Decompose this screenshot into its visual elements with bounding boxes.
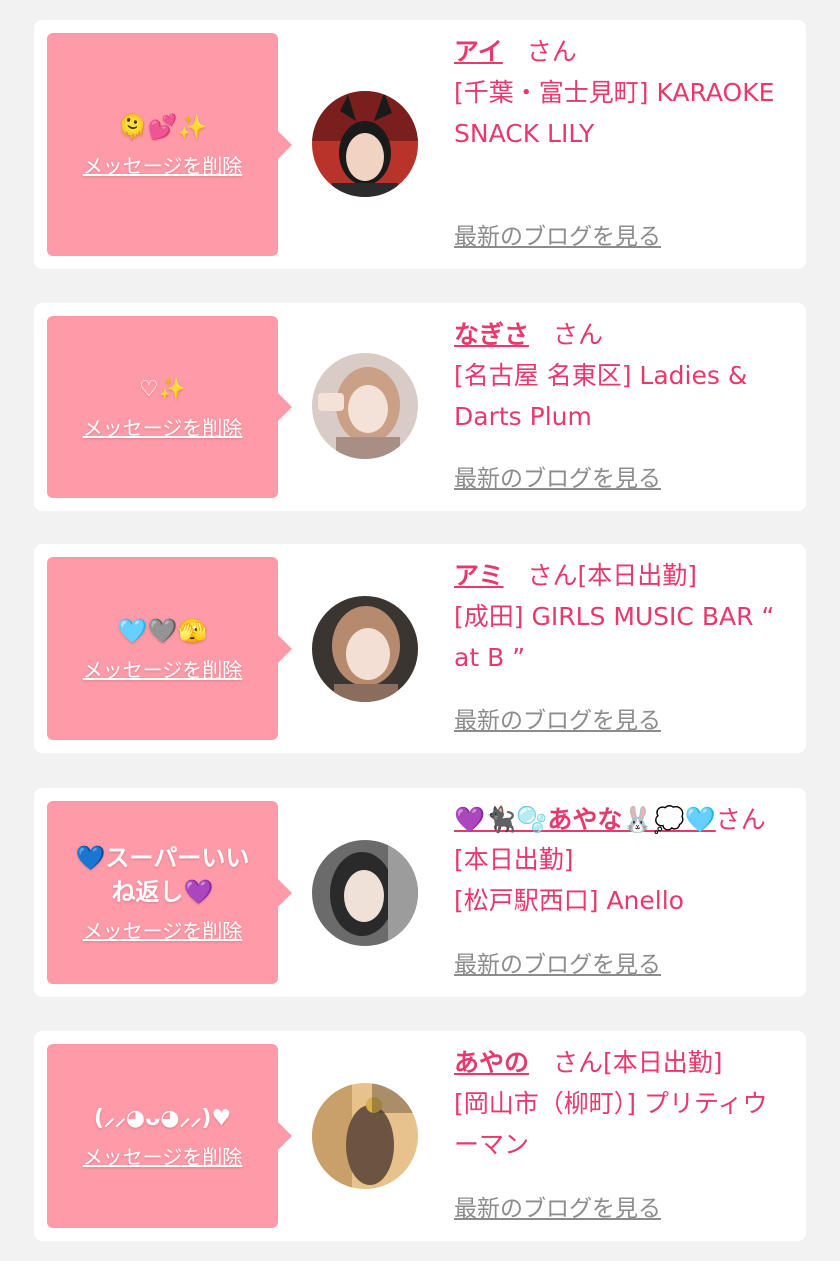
avatar[interactable] (312, 91, 418, 197)
shop-name: [岡山市（柳町）] プリティウーマン (454, 1089, 768, 1159)
message-card: ♡✨ メッセージを削除 なぎさ さん [名古屋 名東区] Ladies & Dar… (34, 303, 806, 511)
latest-blog-link[interactable]: 最新のブログを見る (454, 945, 661, 979)
profile-name-link[interactable]: なぎさ (454, 320, 529, 349)
status-badge: [本日出勤] (603, 1048, 723, 1077)
honorific: さん (553, 320, 604, 349)
message-bubble: 💙スーパーいいね返し💜 メッセージを削除 (47, 801, 292, 984)
message-card: 💙スーパーいいね返し💜 メッセージを削除 💜🐈‍⬛🫧あやな🐰💭🩵さん [本日出勤]… (34, 788, 806, 997)
avatar[interactable] (312, 353, 418, 459)
honorific: さん (526, 37, 577, 66)
latest-blog-link[interactable]: 最新のブログを見る (454, 459, 661, 493)
profile-info: アミ さん[本日出勤] [成田] GIRLS MUSIC BAR “ at B ” (454, 556, 792, 678)
avatar-photo (312, 91, 418, 197)
avatar-photo (312, 1083, 418, 1189)
message-text: 💙スーパーいいね返し💜 (75, 844, 250, 906)
profile-info: なぎさ さん [名古屋 名東区] Ladies & Darts Plum (454, 315, 792, 437)
shop-name: [成田] GIRLS MUSIC BAR “ at B ” (454, 602, 775, 672)
message-text: 🫠💕✨ (117, 113, 208, 141)
message-card: 🫠💕✨ メッセージを削除 アイ さん [千葉・富士見町] KARAOKE SNAC… (34, 20, 806, 269)
delete-message-link[interactable]: メッセージを削除 (83, 654, 243, 683)
message-card: (⸝⸝◕ᴗ◕⸝⸝)♥ メッセージを削除 あやの さん[本日出勤] [岡山市（柳町）… (34, 1031, 806, 1241)
latest-blog-link[interactable]: 最新のブログを見る (454, 701, 661, 735)
message-text: 🩵🩶🫣 (117, 617, 208, 645)
delete-message-link[interactable]: メッセージを削除 (83, 150, 243, 179)
profile-name-link[interactable]: あやの (454, 1048, 529, 1077)
latest-blog-link[interactable]: 最新のブログを見る (454, 1189, 661, 1223)
avatar-photo (312, 353, 418, 459)
profile-name-link[interactable]: アイ (454, 37, 503, 66)
shop-name: [千葉・富士見町] KARAOKE SNACK LILY (454, 78, 775, 148)
delete-message-link[interactable]: メッセージを削除 (83, 412, 243, 441)
status-badge: [本日出勤] (454, 845, 574, 874)
message-text: (⸝⸝◕ᴗ◕⸝⸝)♥ (93, 1105, 232, 1131)
avatar[interactable] (312, 1083, 418, 1189)
avatar[interactable] (312, 840, 418, 946)
delete-message-link[interactable]: メッセージを削除 (83, 1141, 243, 1170)
shop-name: [松戸駅西口] Anello (454, 886, 684, 915)
message-bubble: 🩵🩶🫣 メッセージを削除 (47, 557, 292, 740)
latest-blog-link[interactable]: 最新のブログを見る (454, 217, 661, 251)
avatar-photo (312, 596, 418, 702)
profile-info: アイ さん [千葉・富士見町] KARAOKE SNACK LILY (454, 32, 792, 154)
profile-name-link[interactable]: 💜🐈‍⬛🫧あやな🐰💭🩵 (454, 805, 716, 834)
profile-info: 💜🐈‍⬛🫧あやな🐰💭🩵さん [本日出勤] [松戸駅西口] Anello (454, 800, 792, 921)
honorific: さん (715, 805, 766, 834)
status-badge: [本日出勤] (577, 561, 698, 590)
message-bubble: 🫠💕✨ メッセージを削除 (47, 33, 292, 256)
message-card: 🩵🩶🫣 メッセージを削除 アミ さん[本日出勤] [成田] GIRLS MUSIC… (34, 544, 806, 753)
delete-message-link[interactable]: メッセージを削除 (83, 915, 243, 944)
avatar-photo (312, 840, 418, 946)
profile-name-link[interactable]: アミ (454, 561, 504, 590)
honorific: さん (527, 561, 578, 590)
avatar[interactable] (312, 596, 418, 702)
shop-name: [名古屋 名東区] Ladies & Darts Plum (454, 361, 748, 431)
message-bubble: ♡✨ メッセージを削除 (47, 316, 292, 498)
message-bubble: (⸝⸝◕ᴗ◕⸝⸝)♥ メッセージを削除 (47, 1044, 292, 1228)
profile-info: あやの さん[本日出勤] [岡山市（柳町）] プリティウーマン (454, 1043, 792, 1165)
message-text: ♡✨ (138, 376, 187, 402)
honorific: さん (553, 1048, 604, 1077)
